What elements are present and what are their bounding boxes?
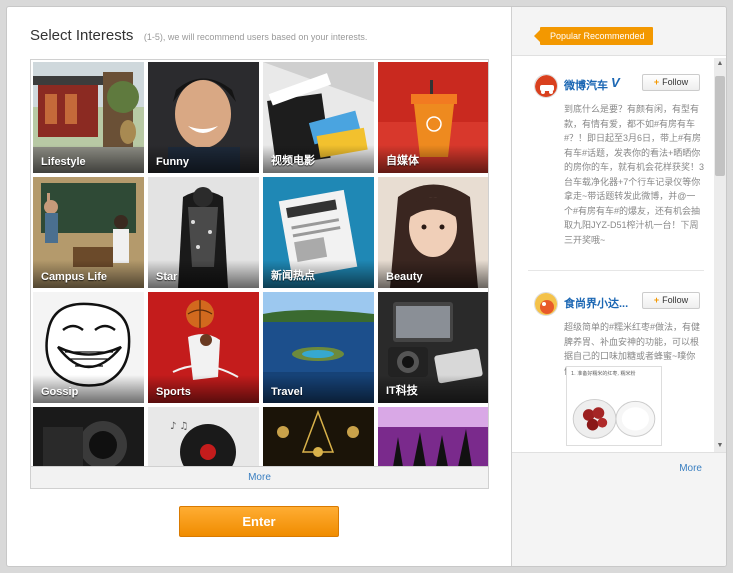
follow-label: Follow — [662, 295, 689, 305]
popular-recommended-tag: Popular Recommended — [534, 27, 653, 45]
interest-tile-we-media[interactable]: 自媒体 — [378, 62, 488, 173]
post-image-caption: 1. 准备好糯米的红枣, 糯米粉 — [571, 371, 636, 377]
interest-tile-travel[interactable]: Travel — [263, 292, 374, 403]
recommended-sidebar: Popular Recommended 微博汽车 V + Follow 到底什么是… — [511, 7, 726, 566]
interest-tile-gossip[interactable]: Gossip — [33, 292, 144, 403]
interest-tile-campus-life[interactable]: Campus Life — [33, 177, 144, 288]
interest-tile-party[interactable] — [378, 407, 488, 466]
feed-scrollbar[interactable]: ▲ ▼ — [714, 58, 726, 452]
car-icon — [535, 75, 557, 97]
post-image[interactable]: 1. 准备好糯米的红枣, 糯米粉 — [566, 366, 662, 446]
verified-icon: V — [611, 75, 620, 90]
recommended-feed: 微博汽车 V + Follow 到底什么是要？有颜有闲，有型有款，有情有爱，都不如… — [512, 55, 726, 453]
svg-text:♪ ♫: ♪ ♫ — [170, 421, 189, 432]
interest-tile-star[interactable]: Star — [148, 177, 259, 288]
select-interests-dialog: Select Interests (1-5), we will recommen… — [6, 6, 727, 567]
title-row: Select Interests (1-5), we will recommen… — [30, 27, 367, 45]
page-subtitle: (1-5), we will recommend users based on … — [143, 32, 368, 42]
interest-tile-astrology[interactable] — [263, 407, 374, 466]
interest-tile-sports[interactable]: Sports — [148, 292, 259, 403]
user-name[interactable]: 微博汽车 — [564, 77, 608, 93]
interest-label: 自媒体 — [386, 155, 419, 167]
interest-tile-movies[interactable]: 视频电影 — [263, 62, 374, 173]
interest-grid: Lifestyle Funny 视频电影 自媒体 Campus Life Sta… — [30, 59, 489, 466]
interest-label: Campus Life — [41, 271, 108, 283]
enter-button[interactable]: Enter — [179, 506, 339, 537]
divider — [528, 270, 704, 271]
interest-tile-music[interactable]: ♪ ♫ — [148, 407, 259, 466]
scroll-up-icon[interactable]: ▲ — [714, 58, 726, 70]
interest-tile-funny[interactable]: Funny — [148, 62, 259, 173]
interest-label: 视频电影 — [271, 155, 315, 167]
follow-button[interactable]: + Follow — [642, 74, 700, 91]
interest-tile-photography[interactable] — [33, 407, 144, 466]
vinyl-record-image: ♪ ♫ — [148, 407, 259, 466]
page-title: Select Interests — [30, 27, 134, 44]
follow-button[interactable]: + Follow — [642, 292, 700, 309]
more-interests-button[interactable]: More — [30, 466, 489, 489]
scroll-down-icon[interactable]: ▼ — [714, 440, 726, 452]
scroll-thumb[interactable] — [715, 76, 725, 176]
more-recommended-link[interactable]: More — [679, 463, 702, 474]
interest-tile-news[interactable]: 新闻热点 — [263, 177, 374, 288]
plus-icon: + — [653, 77, 660, 87]
post-text: 到底什么是要？有颜有闲，有型有款，有情有爱，都不如#有房有车#？！即日起至3月6… — [564, 104, 705, 245]
follow-label: Follow — [662, 77, 689, 87]
interest-tile-it-tech[interactable]: IT科技 — [378, 292, 488, 403]
interest-label: IT科技 — [386, 385, 418, 397]
interest-tile-lifestyle[interactable]: Lifestyle — [33, 62, 144, 173]
interest-label: Star — [156, 271, 178, 283]
interest-label: Sports — [156, 386, 191, 398]
dancers-image — [378, 407, 488, 466]
interests-pane: Select Interests (1-5), we will recommen… — [7, 7, 511, 566]
zodiac-image — [263, 407, 374, 466]
food-icon — [535, 293, 557, 315]
avatar[interactable] — [534, 292, 558, 316]
interest-label: Funny — [156, 156, 189, 168]
interest-tile-beauty[interactable]: Beauty — [378, 177, 488, 288]
user-name[interactable]: 食尚界小达... — [564, 295, 628, 311]
camera-image — [33, 407, 144, 466]
interest-label: Gossip — [41, 386, 79, 398]
plus-icon: + — [653, 295, 660, 305]
interest-label: 新闻热点 — [271, 270, 315, 282]
interest-label: Lifestyle — [41, 156, 86, 168]
food-photo — [572, 398, 656, 439]
avatar[interactable] — [534, 74, 558, 98]
interest-label: Travel — [271, 386, 303, 398]
interest-label: Beauty — [386, 271, 423, 283]
